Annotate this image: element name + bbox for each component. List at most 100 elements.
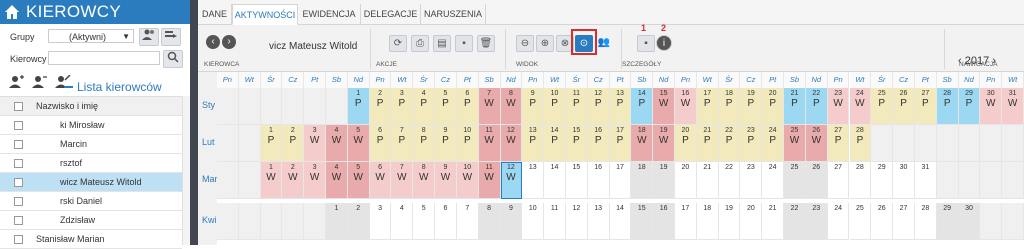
day-cell[interactable]: 9P <box>522 88 545 125</box>
day-cell[interactable]: 6 <box>435 203 457 240</box>
table-row[interactable]: rsztof <box>0 154 182 173</box>
day-cell[interactable]: 18 <box>696 203 719 240</box>
day-cell[interactable]: 3 <box>369 203 392 240</box>
day-cell[interactable]: 1P <box>260 125 283 162</box>
day-cell[interactable]: 8P <box>413 125 436 162</box>
zoom-out-button[interactable]: ⊖ <box>516 35 534 52</box>
row-checkbox[interactable] <box>14 159 23 168</box>
print-button[interactable]: ⎙ <box>411 35 429 52</box>
driver-search-input[interactable] <box>48 51 160 65</box>
day-cell[interactable]: 3W <box>304 162 327 199</box>
day-cell[interactable]: 18 W <box>631 125 654 162</box>
day-cell[interactable]: 28 P <box>849 125 872 162</box>
edit-driver-button[interactable] <box>53 74 73 93</box>
day-cell[interactable]: 7 <box>456 203 479 240</box>
day-cell[interactable]: 11 W <box>478 162 501 199</box>
row-checkbox[interactable] <box>14 216 23 225</box>
day-cell[interactable]: 27 <box>827 162 850 199</box>
day-cell[interactable]: 22 <box>784 203 806 240</box>
day-cell[interactable]: 31 W <box>1002 88 1024 125</box>
tab-ewidencja[interactable]: EWIDENCJA <box>298 4 361 25</box>
day-cell[interactable]: 18 <box>631 162 654 199</box>
day-cell[interactable]: 15 <box>631 203 654 240</box>
day-cell[interactable]: 25 <box>784 162 806 199</box>
day-cell[interactable]: 9 <box>500 203 523 240</box>
day-cell[interactable]: 8W <box>413 162 436 199</box>
day-cell[interactable]: 19 W <box>653 125 675 162</box>
day-cell[interactable]: 6W <box>369 162 392 199</box>
day-cell[interactable]: 29 <box>936 203 959 240</box>
day-cell[interactable]: 13 P <box>522 125 545 162</box>
panel-separator[interactable] <box>190 0 198 245</box>
day-cell[interactable]: 27 P <box>827 125 850 162</box>
day-cell[interactable]: 12 W <box>500 125 523 162</box>
day-cell[interactable]: 21 P <box>784 88 806 125</box>
day-cell[interactable]: 17 <box>675 203 697 240</box>
tab-aktywnosci[interactable]: AKTYWNOŚCI <box>232 4 298 25</box>
prev-driver-button[interactable]: ‹ <box>206 35 220 49</box>
day-cell[interactable]: 17 P <box>609 125 632 162</box>
day-cell[interactable]: 30 W <box>980 88 1003 125</box>
day-cell[interactable]: 5W <box>347 125 370 162</box>
day-cell[interactable]: 26 W <box>805 125 828 162</box>
day-cell[interactable]: 5W <box>347 162 370 199</box>
day-cell[interactable]: 16 <box>653 203 675 240</box>
row-checkbox[interactable] <box>14 140 23 149</box>
day-cell[interactable]: 2P <box>282 125 305 162</box>
next-driver-button[interactable]: › <box>222 35 236 49</box>
day-cell[interactable]: 14 P <box>544 125 566 162</box>
day-cell[interactable]: 13 <box>522 162 545 199</box>
day-cell[interactable]: 24 P <box>762 125 785 162</box>
row-checkbox[interactable] <box>14 121 23 130</box>
day-cell[interactable]: 24 <box>827 203 850 240</box>
day-cell[interactable]: 22 <box>718 162 741 199</box>
day-cell[interactable]: 17 <box>609 162 632 199</box>
day-cell[interactable]: 12 <box>565 203 588 240</box>
day-cell[interactable]: 17 P <box>696 88 719 125</box>
table-row-selected[interactable]: wicz Mateusz Witold <box>0 173 182 192</box>
people-view-button[interactable]: 👥 <box>595 35 613 52</box>
delete-button[interactable]: 🗑 <box>477 35 495 52</box>
day-cell[interactable]: 11 P <box>565 88 588 125</box>
day-cell[interactable]: 26 <box>805 162 828 199</box>
day-cell[interactable]: 11 W <box>478 125 501 162</box>
day-cell[interactable]: 1W <box>260 162 283 199</box>
day-cell[interactable]: 10 <box>522 203 545 240</box>
day-cell[interactable]: 5 <box>413 203 436 240</box>
day-cell[interactable]: 12 W <box>500 162 523 199</box>
day-cell[interactable]: 11 <box>544 203 566 240</box>
day-cell[interactable]: 26 P <box>893 88 915 125</box>
day-cell[interactable]: 20 P <box>675 125 697 162</box>
day-cell[interactable]: 16 P <box>587 125 610 162</box>
group-people-button[interactable] <box>139 28 159 46</box>
day-cell[interactable]: 10 P <box>456 125 479 162</box>
day-cell[interactable]: 28 <box>849 162 872 199</box>
day-cell[interactable]: 2 <box>347 203 370 240</box>
tab-naruszenia[interactable]: NARUSZENIA <box>421 4 486 25</box>
day-cell[interactable]: 7W <box>391 162 414 199</box>
group-export-button[interactable] <box>161 28 181 46</box>
table-row[interactable]: Zdzisław <box>0 211 182 230</box>
table-row[interactable]: Marcin <box>0 135 182 154</box>
table-row[interactable]: ki Mirosław <box>0 116 182 135</box>
day-cell[interactable]: 23 W <box>827 88 850 125</box>
refresh-button[interactable]: ⟳ <box>389 35 407 52</box>
day-cell[interactable]: 15 P <box>565 125 588 162</box>
day-cell[interactable]: 31 <box>914 162 937 199</box>
day-cell[interactable]: 22 P <box>718 125 741 162</box>
day-cell[interactable]: 2P <box>369 88 392 125</box>
home-icon[interactable] <box>4 4 20 20</box>
document-button[interactable]: ▤ <box>433 35 451 52</box>
day-cell[interactable]: 25 <box>849 203 872 240</box>
day-cell[interactable]: 13 <box>587 203 610 240</box>
day-cell[interactable]: 23 P <box>740 125 763 162</box>
day-cell[interactable]: 14 <box>609 203 632 240</box>
day-cell[interactable]: 1P <box>347 88 370 125</box>
day-cell[interactable]: 3W <box>304 125 327 162</box>
day-cell[interactable]: 9W <box>435 162 457 199</box>
day-cell[interactable]: 15 <box>565 162 588 199</box>
day-cell[interactable]: 8W <box>500 88 523 125</box>
day-cell[interactable]: 28 <box>914 203 937 240</box>
save-button[interactable]: ▪ <box>455 35 473 52</box>
day-cell[interactable]: 23 <box>805 203 828 240</box>
